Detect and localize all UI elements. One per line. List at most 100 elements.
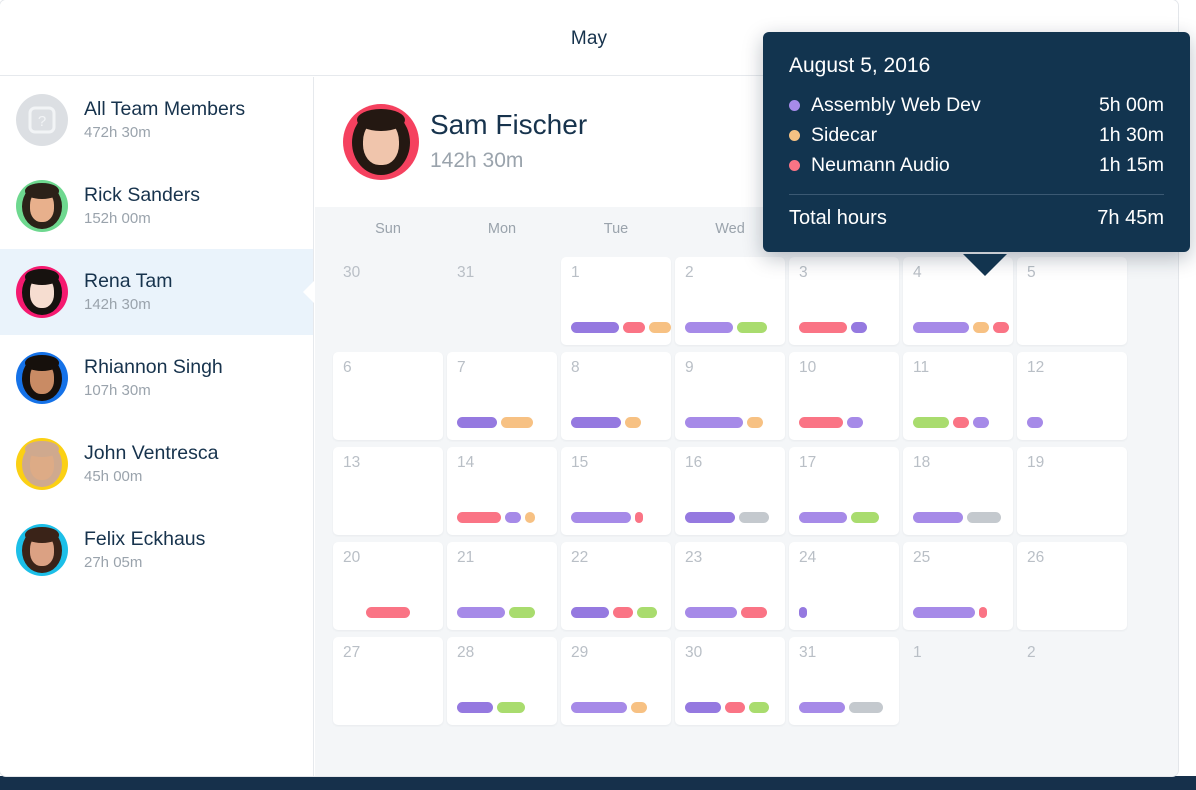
entry-bar-purple[interactable] [457, 417, 497, 428]
calendar-day-cell[interactable]: 30 [675, 637, 785, 725]
entry-bar-pink[interactable] [366, 607, 410, 618]
calendar-day-cell[interactable]: 18 [903, 447, 1013, 535]
entry-bar-violet[interactable] [913, 322, 969, 333]
entry-bar-violet[interactable] [1027, 417, 1043, 428]
calendar-day-cell[interactable]: 15 [561, 447, 671, 535]
entry-bar-violet[interactable] [457, 607, 505, 618]
entry-bar-pink[interactable] [741, 607, 767, 618]
entry-bar-purple[interactable] [571, 607, 609, 618]
calendar-day-cell[interactable]: 30 [333, 257, 443, 345]
entry-bar-violet[interactable] [505, 512, 521, 523]
entry-bar-green[interactable] [913, 417, 949, 428]
entry-bar-orange[interactable] [973, 322, 989, 333]
tooltip-project-duration: 1h 30m [1098, 124, 1164, 146]
calendar-day-cell[interactable]: 7 [447, 352, 557, 440]
entry-bar-orange[interactable] [625, 417, 641, 428]
entry-bar-violet[interactable] [685, 322, 733, 333]
calendar-day-cell[interactable]: 2 [675, 257, 785, 345]
calendar-day-cell[interactable]: 13 [333, 447, 443, 535]
calendar-day-cell[interactable]: 28 [447, 637, 557, 725]
entry-bar-violet[interactable] [913, 607, 975, 618]
calendar-day-cell[interactable]: 31 [789, 637, 899, 725]
calendar-day-cell[interactable]: 19 [1017, 447, 1127, 535]
entry-bar-violet[interactable] [685, 417, 743, 428]
calendar-day-cell[interactable]: 3 [789, 257, 899, 345]
entry-bar-pink[interactable] [725, 702, 745, 713]
entry-bar-purple[interactable] [685, 512, 735, 523]
entry-bar-gray[interactable] [967, 512, 1001, 523]
tooltip-entry: Sidecar 1h 30m [789, 120, 1164, 150]
calendar-day-cell[interactable]: 23 [675, 542, 785, 630]
calendar-day-cell[interactable]: 12 [1017, 352, 1127, 440]
entry-bar-green[interactable] [637, 607, 657, 618]
entry-bar-gray[interactable] [849, 702, 883, 713]
calendar-day-cell[interactable]: 6 [333, 352, 443, 440]
entry-bar-orange[interactable] [501, 417, 533, 428]
entry-bar-pink[interactable] [979, 607, 987, 618]
entry-bar-pink[interactable] [457, 512, 501, 523]
calendar-day-cell[interactable]: 24 [789, 542, 899, 630]
entry-bar-green[interactable] [749, 702, 769, 713]
entry-bar-orange[interactable] [525, 512, 535, 523]
calendar-day-cell[interactable]: 11 [903, 352, 1013, 440]
entry-bar-purple[interactable] [457, 702, 493, 713]
sidebar-item-all-team-members[interactable]: ? All Team Members 472h 30m [0, 77, 313, 163]
calendar-day-cell[interactable]: 1 [903, 637, 1013, 725]
calendar-day-cell[interactable]: 14 [447, 447, 557, 535]
calendar-day-cell[interactable]: 27 [333, 637, 443, 725]
calendar-day-cell[interactable]: 5 [1017, 257, 1127, 345]
entry-bar-green[interactable] [497, 702, 525, 713]
calendar-day-cell[interactable]: 16 [675, 447, 785, 535]
tooltip-entry-list: Assembly Web Dev 5h 00m Sidecar 1h 30m Neuma… [789, 90, 1164, 180]
entry-bar-violet[interactable] [571, 702, 627, 713]
day-number: 24 [799, 549, 817, 566]
sidebar-item-rick-sanders[interactable]: Rick Sanders 152h 00m [0, 163, 313, 249]
calendar-day-cell[interactable]: 21 [447, 542, 557, 630]
calendar-day-cell[interactable]: 31 [447, 257, 557, 345]
tooltip-divider [789, 194, 1164, 195]
entry-bar-green[interactable] [737, 322, 767, 333]
day-number: 29 [571, 644, 589, 661]
sidebar-item-john-ventresca[interactable]: John Ventresca 45h 00m [0, 421, 313, 507]
entry-bar-orange[interactable] [631, 702, 647, 713]
calendar-day-cell[interactable]: 1 [561, 257, 671, 345]
entry-bar-green[interactable] [509, 607, 535, 618]
day-number: 31 [457, 264, 475, 281]
sidebar-item-felix-eckhaus[interactable]: Felix Eckhaus 27h 05m [0, 507, 313, 593]
entry-bar-green[interactable] [851, 512, 879, 523]
entry-bar-violet[interactable] [973, 417, 989, 428]
entry-bar-purple[interactable] [571, 322, 619, 333]
entry-bar-violet[interactable] [847, 417, 863, 428]
entry-bar-violet[interactable] [913, 512, 963, 523]
entry-bar-violet[interactable] [799, 512, 847, 523]
entry-bar-purple[interactable] [571, 417, 621, 428]
entry-bar-violet[interactable] [571, 512, 631, 523]
sidebar-item-rhiannon-singh[interactable]: Rhiannon Singh 107h 30m [0, 335, 313, 421]
entry-bar-violet[interactable] [685, 607, 737, 618]
calendar-day-cell[interactable]: 10 [789, 352, 899, 440]
entry-bar-pink[interactable] [993, 322, 1009, 333]
entry-bar-pink[interactable] [623, 322, 645, 333]
entry-bar-pink[interactable] [953, 417, 969, 428]
entry-bar-pink[interactable] [799, 417, 843, 428]
entry-bar-orange[interactable] [747, 417, 763, 428]
entry-bar-pink[interactable] [613, 607, 633, 618]
entry-bar-purple[interactable] [799, 607, 807, 618]
calendar-day-cell[interactable]: 2 [1017, 637, 1127, 725]
entry-bar-orange[interactable] [649, 322, 671, 333]
entry-bar-pink[interactable] [635, 512, 643, 523]
calendar-day-cell[interactable]: 8 [561, 352, 671, 440]
calendar-day-cell[interactable]: 20 [333, 542, 443, 630]
entry-bar-violet[interactable] [799, 702, 845, 713]
calendar-day-cell[interactable]: 25 [903, 542, 1013, 630]
calendar-day-cell[interactable]: 22 [561, 542, 671, 630]
sidebar-item-rena-tam[interactable]: Rena Tam 142h 30m [0, 249, 314, 335]
entry-bar-purple[interactable] [685, 702, 721, 713]
calendar-day-cell[interactable]: 17 [789, 447, 899, 535]
entry-bar-purple[interactable] [851, 322, 867, 333]
entry-bar-gray[interactable] [739, 512, 769, 523]
calendar-day-cell[interactable]: 26 [1017, 542, 1127, 630]
calendar-day-cell[interactable]: 9 [675, 352, 785, 440]
calendar-day-cell[interactable]: 29 [561, 637, 671, 725]
entry-bar-pink[interactable] [799, 322, 847, 333]
